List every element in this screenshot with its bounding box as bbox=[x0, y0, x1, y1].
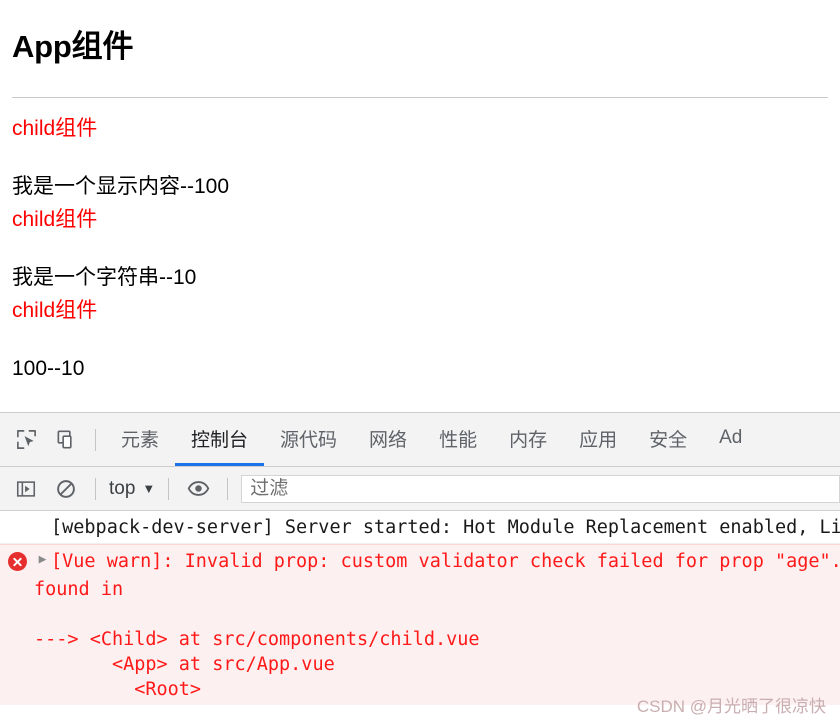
console-message-text: [webpack-dev-server] Server started: Hot… bbox=[51, 517, 840, 538]
tab-performance[interactable]: 性能 bbox=[423, 413, 493, 466]
devtools-tabbar: 元素 控制台 源代码 网络 性能 内存 应用 安全 Ad bbox=[0, 413, 840, 467]
toolbar-divider bbox=[168, 477, 170, 500]
console-message-text: [Vue warn]: Invalid prop: custom validat… bbox=[51, 551, 840, 572]
devtools-panel: 元素 控制台 源代码 网络 性能 内存 应用 安全 Ad top ▼ 过滤 [w… bbox=[0, 412, 840, 727]
devtools-tablist: 元素 控制台 源代码 网络 性能 内存 应用 安全 Ad bbox=[105, 413, 840, 466]
tab-network[interactable]: 网络 bbox=[353, 413, 423, 466]
tab-security[interactable]: 安全 bbox=[633, 413, 703, 466]
toolbar-divider bbox=[95, 477, 96, 500]
chevron-down-icon: ▼ bbox=[142, 481, 156, 496]
tab-elements[interactable]: 元素 bbox=[105, 413, 175, 466]
console-message-error[interactable]: ▶ [Vue warn]: Invalid prop: custom valid… bbox=[0, 544, 840, 577]
child-component-label: child组件 bbox=[12, 298, 98, 322]
child-component-block: child组件 我是一个字符串--10 bbox=[12, 205, 828, 294]
console-filter-input[interactable]: 过滤 bbox=[241, 474, 840, 503]
child-component-content: 我是一个字符串--10 bbox=[12, 266, 197, 290]
trace-line: found in bbox=[34, 579, 124, 600]
console-context-selector[interactable]: top ▼ bbox=[105, 478, 159, 500]
toolbar-divider bbox=[227, 477, 229, 500]
trace-line: <App> at src/App.vue bbox=[34, 654, 335, 675]
screenshot-root: App组件 child组件 我是一个显示内容--100 child组件 我是一个… bbox=[0, 0, 840, 727]
console-context-label: top bbox=[109, 477, 136, 499]
child-component-label: child组件 bbox=[12, 207, 98, 231]
tab-console[interactable]: 控制台 bbox=[175, 413, 265, 466]
child-component-content: 我是一个显示内容--100 bbox=[12, 175, 230, 199]
console-sidebar-icon[interactable] bbox=[6, 469, 46, 509]
toolbar-divider bbox=[95, 428, 96, 451]
console-error-trace: found in ---> <Child> at src/components/… bbox=[0, 577, 840, 705]
child-component-block: child组件 我是一个显示内容--100 bbox=[12, 114, 828, 203]
app-page: App组件 child组件 我是一个显示内容--100 child组件 我是一个… bbox=[0, 0, 840, 412]
tab-application[interactable]: 应用 bbox=[563, 413, 633, 466]
live-expression-eye-icon[interactable] bbox=[178, 469, 218, 509]
error-circle-icon bbox=[7, 552, 27, 571]
console-message-list[interactable]: [webpack-dev-server] Server started: Hot… bbox=[0, 511, 840, 726]
trace-line: <Root> bbox=[34, 679, 202, 700]
tab-memory[interactable]: 内存 bbox=[493, 413, 563, 466]
message-level-gutter bbox=[0, 515, 34, 518]
tab-adblock[interactable]: Ad bbox=[703, 413, 758, 466]
console-toolbar: top ▼ 过滤 bbox=[0, 467, 840, 511]
inspect-element-icon[interactable] bbox=[6, 420, 46, 460]
child-component-content: 100--10 bbox=[12, 356, 85, 380]
page-divider bbox=[12, 96, 828, 98]
trace-line: ---> <Child> at src/components/child.vue bbox=[34, 629, 480, 650]
console-message-info[interactable]: [webpack-dev-server] Server started: Hot… bbox=[0, 511, 840, 544]
expand-triangle-icon[interactable]: ▶ bbox=[34, 549, 51, 571]
child-component-block: child组件 100--10 bbox=[12, 296, 828, 385]
console-filter-placeholder: 过滤 bbox=[250, 478, 289, 499]
trace-line-blank bbox=[34, 602, 840, 627]
device-toolbar-icon[interactable] bbox=[46, 420, 86, 460]
clear-console-icon[interactable] bbox=[46, 469, 86, 509]
tab-sources[interactable]: 源代码 bbox=[264, 413, 353, 466]
child-component-label: child组件 bbox=[12, 116, 98, 140]
message-level-gutter bbox=[0, 549, 34, 571]
component-trace: found in ---> <Child> at src/components/… bbox=[0, 577, 840, 702]
page-title: App组件 bbox=[12, 29, 134, 64]
